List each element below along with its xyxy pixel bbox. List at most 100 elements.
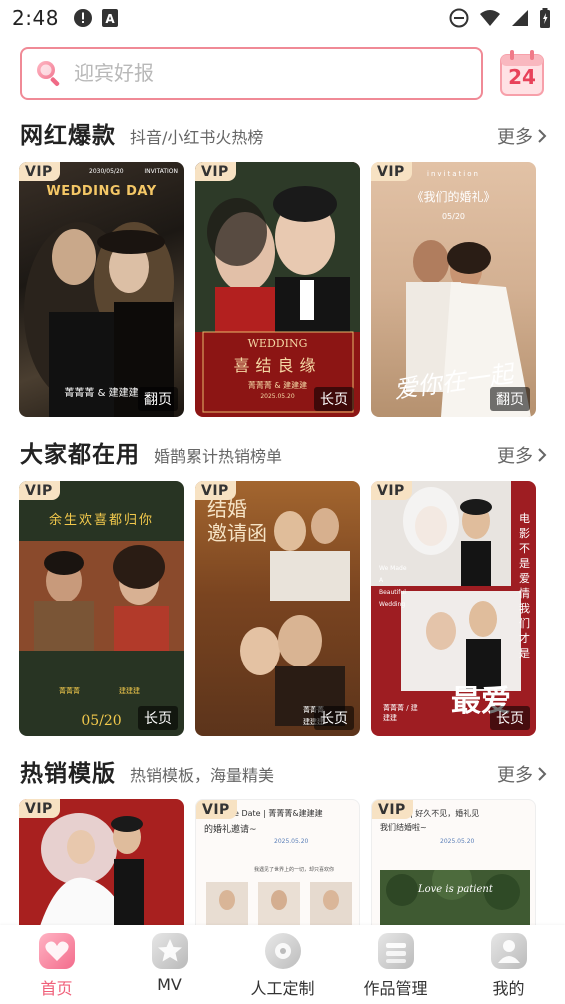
card-row-popular: 余生欢喜都归你 05/20 菁菁菁 建建建 VIP 长页 结婚 邀请函 菁菁菁 … [19,481,536,736]
vip-badge: VIP [19,799,60,818]
template-card[interactable]: WEDDING DAY 2030/05/20 INVITATION 菁菁菁 & … [19,162,184,417]
tab-custom[interactable]: 人工定制 [238,933,328,999]
page-type-tag: 长页 [490,706,530,730]
vip-badge: VIP [19,162,60,181]
section-title: 大家都在用 [20,442,140,468]
card-row-hot: VIP e Date | 菁菁菁&建建建 的婚礼邀请~ 2025.05.20 我… [19,799,536,929]
palette-icon [264,933,301,969]
vip-badge: VIP [371,481,412,500]
tab-label: 人工定制 [250,979,315,998]
section-subtitle: 热销模板，海量精美 [130,766,275,785]
tab-home[interactable]: 首页 [12,933,102,999]
card-name-right: 建建建 [119,687,140,695]
forest-photo [380,870,530,926]
vip-badge: VIP [371,162,412,181]
chevron-right-icon [538,129,547,143]
page-type-tag: 翻页 [490,387,530,411]
card-quote: 我遇见了世界上的一切，却只喜欢你 [254,867,335,873]
tab-label: 我的 [492,979,525,998]
star-icon [151,933,188,969]
more-link[interactable]: 更多 [497,123,547,149]
alert-icon [73,9,92,27]
svg-text:A: A [105,12,115,26]
signal-icon [512,10,528,26]
app-notification-icon: A [101,9,118,27]
card-headline: | 好久不见，婚礼见 [410,809,480,818]
card-date: 05/20 [441,212,466,221]
page-type-tag: 长页 [314,706,354,730]
section-subtitle: 抖音/小红书火热榜 [130,128,264,147]
section-title: 网红爆款 [20,123,116,149]
card-date: 2025.05.20 [274,838,309,845]
tab-mv[interactable]: MV [125,933,215,994]
calendar-day: 24 [508,65,536,89]
template-card[interactable]: invitation 《我们的婚礼》 05/20 爱你在一起 VIP 翻页 [371,162,536,417]
section-subtitle: 婚鹊累计热销榜单 [154,447,283,466]
card-date: 2025.05.20 [440,838,475,845]
heart-home-icon [38,933,75,969]
vip-badge: VIP [195,162,236,181]
chevron-right-icon [538,767,547,781]
calendar-button[interactable]: 24 [499,49,545,97]
template-card[interactable]: e Date | 菁菁菁&建建建 的婚礼邀请~ 2025.05.20 我遇见了世… [195,799,360,929]
search-row: 24 [20,46,545,100]
search-box[interactable] [20,46,483,100]
page-type-tag: 长页 [314,387,354,411]
card-headline-2: 邀请函 [207,521,267,545]
bottom-tab-bar: 首页 MV 人工定制 作品管理 我的 [0,925,565,1004]
more-link[interactable]: 更多 [497,761,547,787]
card-script-text: Love is patient [418,884,493,895]
page-type-tag: 翻页 [138,387,178,411]
do-not-disturb-icon [449,8,469,28]
card-headline: e Date | 菁菁菁&建建建 [234,809,323,818]
status-time: 2:48 [12,6,59,30]
tab-label: MV [157,975,182,994]
section-title: 热销模版 [20,761,116,787]
section-header-hot: 热销模版 热销模板，海量精美 更多 [20,754,547,788]
search-icon [37,61,60,87]
chevron-right-icon [538,448,547,462]
wifi-icon [480,10,500,26]
tab-label: 首页 [40,979,73,998]
tab-label: 作品管理 [363,979,428,998]
search-input[interactable] [74,61,434,85]
status-bar: 2:48 A [0,0,565,36]
couple-photo [39,813,144,929]
template-card[interactable]: VIP [19,799,184,929]
vip-badge: VIP [372,800,413,819]
card-vertical-text: 电影不是爱情我们才是 [519,512,530,660]
template-card[interactable]: WEDDING 喜结良缘 菁菁菁 & 建建建 2025.05.20 VIP 长页 [195,162,360,417]
battery-icon [540,8,550,28]
tab-works[interactable]: 作品管理 [351,933,441,999]
card-headline: WEDDING DAY [46,184,157,199]
card-name-left: 菁菁菁 [59,687,80,695]
more-link[interactable]: 更多 [497,442,547,468]
card-headline: 余生欢喜都归你 [48,513,154,528]
card-subheadline: 的婚礼邀请~ [204,825,257,835]
card-headline: 《我们的婚礼》 [411,190,496,204]
vip-badge: VIP [196,800,237,819]
card-headline: 喜结良缘 [233,356,322,375]
card-label: INVITATION [144,168,178,175]
photo-strip [206,882,352,926]
layers-icon [377,933,414,969]
couple-photo [195,162,360,413]
card-row-viral: WEDDING DAY 2030/05/20 INVITATION 菁菁菁 & … [19,162,536,417]
card-subheadline: WEDDING [247,337,308,350]
page-type-tag: 长页 [138,706,178,730]
card-date: 2030/05/20 [89,168,124,175]
couple-photo [24,222,174,417]
card-subheadline: 我们结婚啦~ [380,823,427,832]
template-card[interactable]: 结婚 邀请函 菁菁菁 建建建 VIP 长页 [195,481,360,736]
card-english-text: We Made A Beautiful Wedding [379,565,407,608]
section-header-viral: 网红爆款 抖音/小红书火热榜 更多 [20,116,547,150]
user-icon [490,933,527,969]
vip-badge: VIP [195,481,236,500]
card-names: 菁菁菁 / 建建建 [383,704,418,722]
vip-badge: VIP [19,481,60,500]
template-card[interactable]: | 好久不见，婚礼见 我们结婚啦~ 2025.05.20 Love is pat… [371,799,536,929]
tab-profile[interactable]: 我的 [464,933,554,999]
template-card[interactable]: 余生欢喜都归你 05/20 菁菁菁 建建建 VIP 长页 [19,481,184,736]
section-header-popular: 大家都在用 婚鹊累计热销榜单 更多 [20,435,547,469]
template-card[interactable]: 电影不是爱情我们才是 最爱 We Made A Beautiful Weddin… [371,481,536,736]
